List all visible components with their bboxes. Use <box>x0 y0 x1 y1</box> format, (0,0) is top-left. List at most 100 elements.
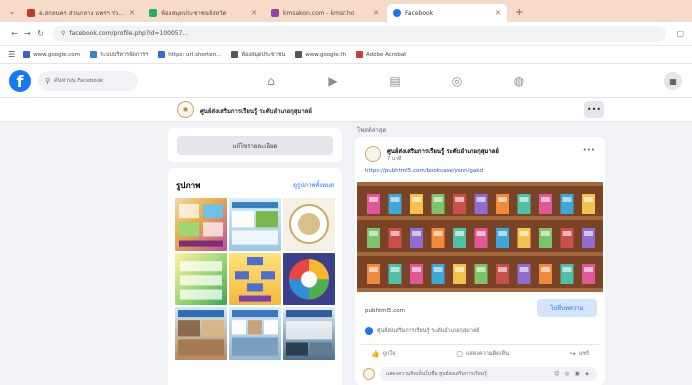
bookmark-favicon-icon <box>295 51 303 58</box>
address-bar: ← → ↻ ⚲ facebook.com/profile.php?id=1000… <box>0 22 692 46</box>
browser-tab-strip: ⌄ อ.สกลนคร ส่วนกลาง แพรฯ ร่วมกิจกรรม ✕ ห… <box>0 0 692 22</box>
see-all-photos-link[interactable]: ดูรูปภาพทั้งหมด <box>293 180 334 190</box>
bookmark-item[interactable]: www.google.com <box>23 51 80 58</box>
book-cover-title <box>390 231 400 236</box>
photo-collage-graphic <box>286 310 332 356</box>
photo-thumbnail[interactable] <box>283 307 335 360</box>
post-timestamp[interactable]: 7 นาที <box>387 155 401 163</box>
bookmarks-bar: ☰ www.google.com ระบบบริหารจัดการฯ https… <box>0 46 692 64</box>
photo-thumbnail[interactable] <box>229 307 281 360</box>
bookmark-item[interactable]: ห้องสมุดประชาชน <box>231 51 285 59</box>
close-icon[interactable]: ✕ <box>129 9 135 17</box>
book-cover-title <box>541 267 550 272</box>
comment-input[interactable]: แสดงความคิดเห็นในชื่อ ศูนย์ส่งเสริมการเร… <box>380 367 597 381</box>
facebook-search-input[interactable]: ⚲ ค้นหาบน Facebook <box>38 70 138 91</box>
book-cover-title <box>498 231 507 236</box>
close-icon[interactable]: ✕ <box>251 9 257 17</box>
left-column: แก้ไขรายละเอียด รูปภาพ ดูรูปภาพทั้งหมด <box>168 124 342 385</box>
page-avatar[interactable]: ◉ <box>177 101 194 118</box>
comment-placeholder: แสดงความคิดเห็นในชื่อ ศูนย์ส่งเสริมการเร… <box>386 371 487 377</box>
favicon-icon <box>271 9 279 17</box>
browser-tab-3[interactable]: kmsakon.com - kmsr.ho ✕ <box>265 4 385 22</box>
close-icon[interactable]: ✕ <box>373 9 379 17</box>
book-cover-title <box>433 231 443 236</box>
bookmark-item[interactable]: https: url.shorten... <box>158 51 221 58</box>
bookmark-item[interactable]: www.google.th <box>295 51 346 58</box>
book-cover-title <box>412 197 421 202</box>
menu-grid-icon[interactable]: ▦ <box>664 72 682 90</box>
tab-label: อ.สกลนคร ส่วนกลาง แพรฯ ร่วมกิจกรรม <box>39 10 126 17</box>
tab-search-icon[interactable]: ⌄ <box>6 5 18 17</box>
browser-tab-4-active[interactable]: Facebook ✕ <box>387 4 507 22</box>
nav-marketplace-icon[interactable]: ▤ <box>364 64 426 98</box>
apps-icon[interactable]: ☰ <box>8 50 15 59</box>
page-name[interactable]: ศูนย์ส่งเสริมการเรียนรู้ ระดับอำเภอกุสุม… <box>200 106 312 116</box>
reaction-text: ศูนย์ส่งเสริมการเรียนรู้ ระดับอำเภอกุสุม… <box>377 328 480 334</box>
comment-button[interactable]: ▢ แสดงความคิดเห็น <box>456 350 509 358</box>
edit-details-button[interactable]: แก้ไขรายละเอียด <box>177 136 333 155</box>
book-cover-title <box>541 197 550 202</box>
reload-icon[interactable]: ↻ <box>34 29 47 38</box>
book-cover-title <box>455 197 464 202</box>
post-link-preview-image[interactable] <box>357 182 603 292</box>
forward-icon[interactable]: → <box>21 29 34 38</box>
close-icon[interactable]: ✕ <box>495 9 501 17</box>
nav-gaming-icon[interactable]: ◍ <box>488 64 550 98</box>
photo-thumbnail[interactable] <box>283 252 335 306</box>
post-author-name[interactable]: ศูนย์ส่งเสริมการเรียนรู้ ระดับอำเภอกุสุม… <box>387 146 499 156</box>
site-info-icon[interactable]: ⚲ <box>61 30 65 37</box>
extension-icon[interactable]: ▢ <box>676 29 684 38</box>
reaction-summary[interactable]: ศูนย์ส่งเสริมการเรียนรู้ ระดับอำเภอกุสุม… <box>365 327 479 335</box>
share-button[interactable]: ↪ แชร์ <box>570 350 589 358</box>
facebook-logo-icon[interactable]: f <box>9 69 31 92</box>
photo-thumbnail[interactable] <box>283 198 335 251</box>
book-cover-title <box>562 197 572 202</box>
bookmark-favicon-icon <box>231 51 239 58</box>
search-placeholder: ค้นหาบน Facebook <box>54 77 104 84</box>
photos-card: รูปภาพ ดูรูปภาพทั้งหมด <box>168 168 342 385</box>
book-cover-title <box>519 267 529 272</box>
photo-thumbnail[interactable] <box>175 307 227 360</box>
browser-tab-1[interactable]: อ.สกลนคร ส่วนกลาง แพรฯ ร่วมกิจกรรม ✕ <box>21 4 141 22</box>
photo-collage-graphic <box>179 204 223 247</box>
photo-grid <box>175 198 335 360</box>
more-options-icon[interactable]: ••• <box>584 101 604 118</box>
book-cover-title <box>498 197 507 202</box>
book-cover-title <box>390 197 400 202</box>
book-cover-title <box>433 267 443 272</box>
photo-thumbnail[interactable] <box>175 252 227 306</box>
nav-video-icon[interactable]: ▶ <box>302 64 364 98</box>
bookmark-item[interactable]: ระบบบริหารจัดการฯ <box>90 51 148 59</box>
book-cover-title <box>476 197 486 202</box>
browser-tab-2[interactable]: ห้องสมุดประชาชนจังหวัด ✕ <box>143 4 263 22</box>
url-input[interactable]: ⚲ facebook.com/profile.php?id=100057... <box>53 25 667 42</box>
comment-icon: ▢ <box>456 349 463 358</box>
book-cover-title <box>412 231 421 236</box>
post-author-avatar[interactable] <box>365 146 381 162</box>
link-domain: pubhtml5.com <box>365 308 405 314</box>
post-link[interactable]: https://pubhtml5.com/bookcase/ysnn/gakd <box>365 168 483 174</box>
intro-card: แก้ไขรายละเอียด <box>168 128 342 162</box>
emoji-icons[interactable]: ☺ ◎ ▣ ◈ <box>554 371 591 377</box>
page-header-bar: ◉ ศูนย์ส่งเสริมการเรียนรู้ ระดับอำเภอกุส… <box>0 98 692 122</box>
photo-wheel-graphic <box>289 258 329 300</box>
like-button[interactable]: 👍 ถูกใจ <box>371 350 395 358</box>
photo-thumbnail[interactable] <box>229 252 281 306</box>
back-icon[interactable]: ← <box>8 29 21 38</box>
post-more-icon[interactable]: ••• <box>583 146 595 154</box>
book-cover-title <box>519 231 529 236</box>
photo-thumbnail[interactable] <box>229 198 281 251</box>
new-tab-icon[interactable]: + <box>515 7 523 18</box>
book-cover-title <box>433 197 443 202</box>
open-article-button[interactable]: ไปที่บทความ <box>537 299 597 317</box>
bookmark-favicon-icon <box>355 51 363 58</box>
nav-home-icon[interactable]: ⌂ <box>240 64 302 98</box>
nav-groups-icon[interactable]: ◎ <box>426 64 488 98</box>
book-cover-title <box>369 197 378 202</box>
bookmark-item[interactable]: Adobe Acrobat <box>355 51 406 58</box>
photo-collage-graphic <box>232 202 278 245</box>
photo-thumbnail[interactable] <box>175 198 227 251</box>
facebook-top-bar: f ⚲ ค้นหาบน Facebook ⌂ ▶ ▤ ◎ ◍ ▦ <box>0 64 692 98</box>
share-label: แชร์ <box>578 350 589 357</box>
post-card: ศูนย์ส่งเสริมการเรียนรู้ ระดับอำเภอกุสุม… <box>355 137 605 385</box>
